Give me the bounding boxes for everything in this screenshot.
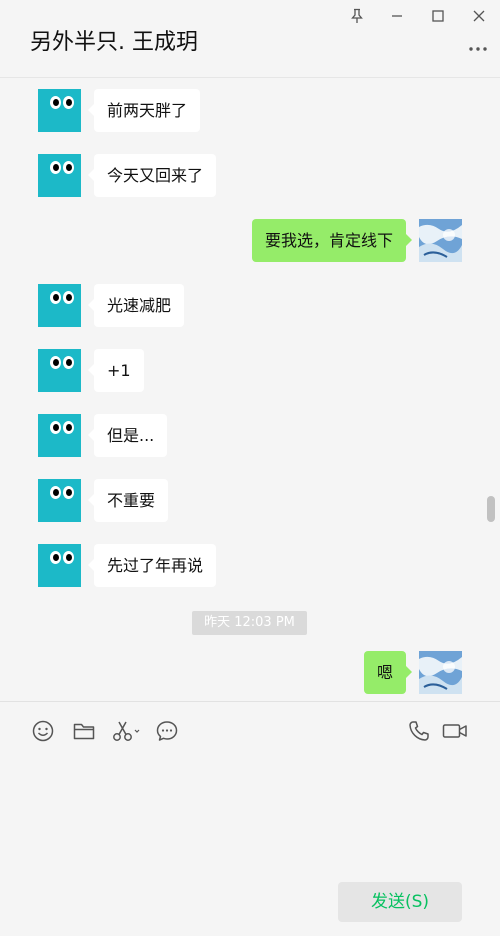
video-call-button[interactable] (441, 718, 469, 744)
message-outgoing: 嗯 (0, 651, 500, 695)
close-button[interactable] (465, 4, 493, 28)
message-input[interactable] (28, 758, 472, 868)
message-bubble[interactable]: 光速减肥 (87, 284, 185, 327)
message-bubble[interactable]: 但是... (87, 414, 168, 457)
voice-call-button[interactable] (406, 718, 432, 744)
contact-avatar[interactable] (38, 154, 81, 197)
message-incoming: 不重要 (0, 479, 500, 523)
minimize-icon (392, 15, 402, 17)
message-list[interactable]: 前两天胖了 今天又回来了 要我选，肯定线下 光速减肥 +1 但是... 不重要 (0, 78, 500, 701)
chat-title: 另外半只. 王成玥 (30, 30, 198, 55)
more-icon (469, 47, 487, 51)
contact-avatar[interactable] (38, 89, 81, 132)
message-bubble[interactable]: 不重要 (87, 479, 169, 522)
message-outgoing: 要我选，肯定线下 (0, 219, 500, 263)
chat-header: 另外半只. 王成玥 (0, 0, 500, 78)
message-bubble[interactable]: 嗯 (363, 651, 413, 694)
message-bubble[interactable]: +1 (88, 349, 144, 392)
message-incoming: +1 (0, 349, 500, 393)
contact-avatar[interactable] (38, 479, 81, 522)
contact-avatar[interactable] (38, 544, 81, 587)
message-bubble[interactable]: 先过了年再说 (87, 544, 217, 587)
more-button[interactable] (466, 44, 490, 54)
emoji-icon (32, 720, 54, 742)
pin-icon (351, 8, 363, 23)
timestamp: 昨天 12:03 PM (192, 611, 307, 635)
maximize-button[interactable] (424, 4, 452, 28)
message-incoming: 先过了年再说 (0, 544, 500, 588)
contact-avatar[interactable] (38, 414, 81, 457)
screenshot-button[interactable] (111, 718, 141, 744)
input-area: 发送(S) (0, 701, 500, 936)
close-icon (473, 10, 485, 22)
contact-avatar[interactable] (38, 284, 81, 327)
message-bubble[interactable]: 前两天胖了 (87, 89, 201, 132)
video-icon (442, 724, 467, 738)
minimize-button[interactable] (383, 4, 411, 28)
maximize-icon (432, 10, 444, 22)
my-avatar[interactable] (419, 651, 462, 694)
message-bubble[interactable]: 今天又回来了 (87, 154, 217, 197)
message-incoming: 前两天胖了 (0, 89, 500, 133)
scrollbar-thumb[interactable] (487, 496, 495, 522)
message-incoming: 光速减肥 (0, 284, 500, 328)
file-button[interactable] (71, 718, 97, 744)
chat-bubble-icon (156, 721, 178, 741)
chat-history-button[interactable] (154, 718, 180, 744)
contact-avatar[interactable] (38, 349, 81, 392)
pin-button[interactable] (343, 4, 371, 28)
message-incoming: 今天又回来了 (0, 154, 500, 198)
scissors-icon (113, 721, 140, 741)
message-bubble[interactable]: 要我选，肯定线下 (251, 219, 413, 262)
phone-icon (409, 721, 429, 741)
send-button[interactable]: 发送(S) (338, 882, 462, 922)
message-incoming: 但是... (0, 414, 500, 458)
emoji-button[interactable] (30, 718, 56, 744)
my-avatar[interactable] (419, 219, 462, 262)
folder-icon (73, 723, 95, 740)
